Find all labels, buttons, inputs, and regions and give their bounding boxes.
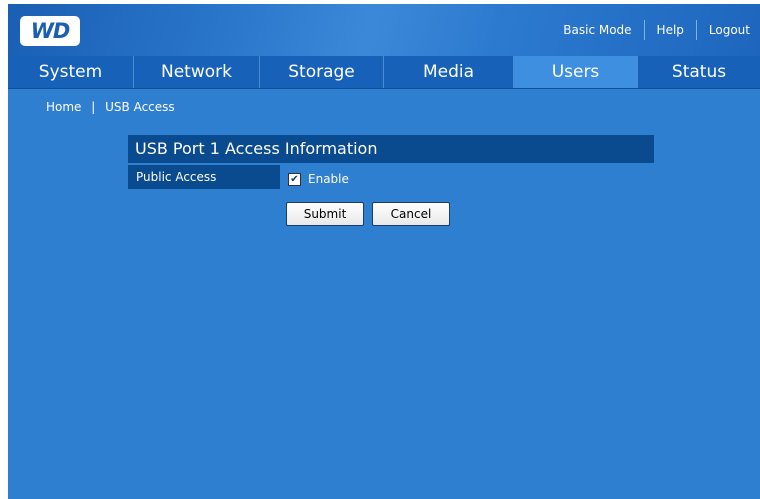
logout-link[interactable]: Logout xyxy=(709,23,750,37)
panel-title: USB Port 1 Access Information xyxy=(128,135,654,163)
enable-checkbox[interactable]: ✔ xyxy=(288,172,301,186)
breadcrumb-home[interactable]: Home xyxy=(46,100,81,114)
tab-system[interactable]: System xyxy=(8,56,134,88)
breadcrumb: Home | USB Access xyxy=(46,100,175,114)
breadcrumb-current: USB Access xyxy=(105,100,175,114)
tab-status[interactable]: Status xyxy=(638,56,760,88)
tab-users[interactable]: Users xyxy=(514,56,638,88)
submit-button[interactable]: Submit xyxy=(286,202,364,226)
link-divider xyxy=(643,20,645,40)
enable-label: Enable xyxy=(308,172,349,186)
tab-storage[interactable]: Storage xyxy=(260,56,384,88)
app-window: WD Basic Mode Help Logout System Network… xyxy=(8,4,760,499)
header-bar: WD Basic Mode Help Logout xyxy=(8,4,760,56)
main-nav: System Network Storage Media Users Statu… xyxy=(8,56,760,89)
top-links: Basic Mode Help Logout xyxy=(563,4,750,56)
tab-media[interactable]: Media xyxy=(384,56,514,88)
tab-network[interactable]: Network xyxy=(134,56,260,88)
wd-logo: WD xyxy=(20,16,80,46)
help-link[interactable]: Help xyxy=(657,23,684,37)
public-access-value: ✔ Enable xyxy=(288,167,349,191)
breadcrumb-separator: | xyxy=(91,100,96,114)
cancel-button[interactable]: Cancel xyxy=(372,202,450,226)
basic-mode-link[interactable]: Basic Mode xyxy=(563,23,631,37)
link-divider xyxy=(695,20,697,40)
public-access-label: Public Access xyxy=(128,165,280,189)
